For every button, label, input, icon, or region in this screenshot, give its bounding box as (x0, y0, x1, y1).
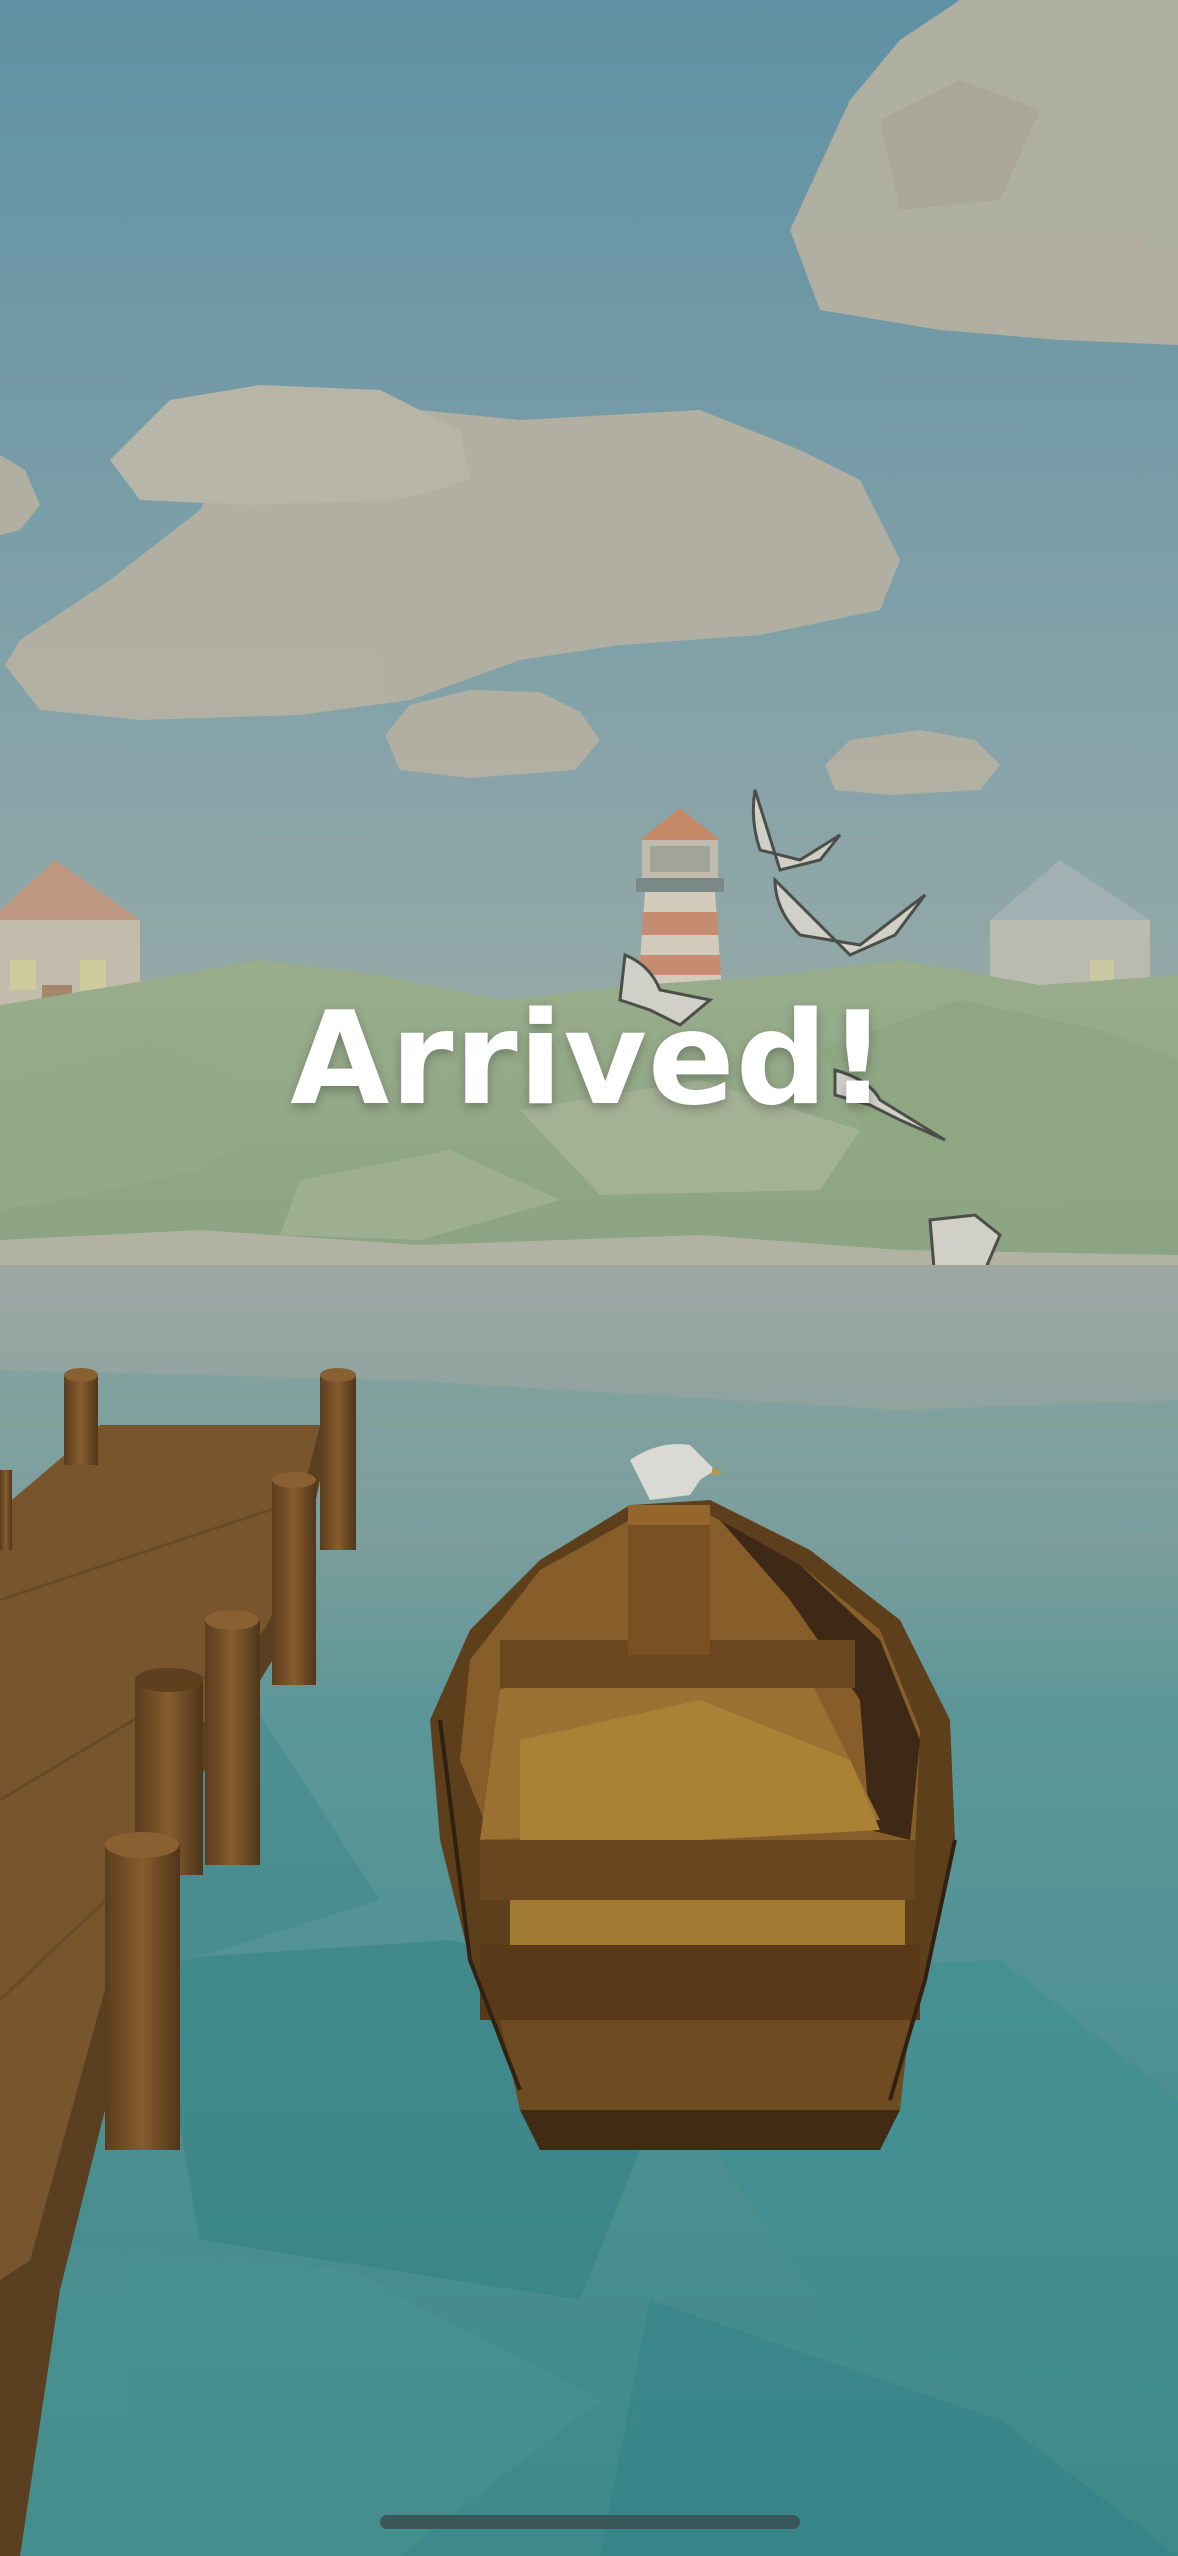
arrived-title: Arrived! (290, 985, 888, 1134)
haze (0, 0, 1178, 2556)
game-scene (0, 0, 1178, 2556)
home-indicator[interactable] (380, 2515, 800, 2529)
